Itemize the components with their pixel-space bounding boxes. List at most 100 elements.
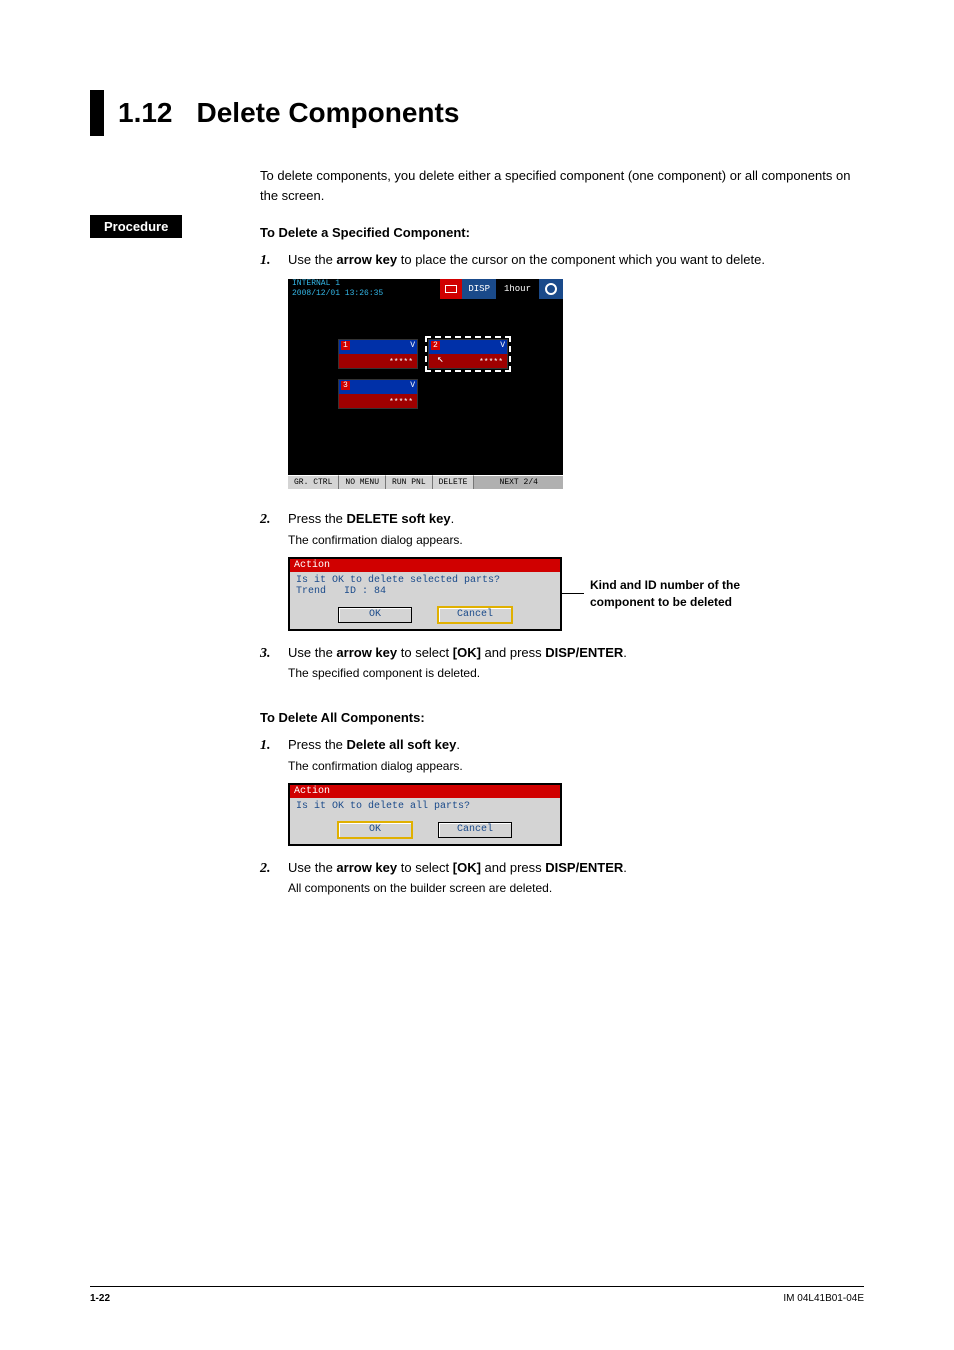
step-text: Use the arrow key to select [OK] and pre… [288,643,864,683]
text: to select [397,860,453,875]
softkey[interactable]: GR. CTRL [288,475,339,489]
text-bold: arrow key [336,860,397,875]
record-icon [539,279,563,299]
trend-value: ***** [389,358,413,367]
callout-line2: component to be deleted [590,595,732,609]
step: 1. Press the Delete all soft key. The co… [260,735,864,775]
trend-unit: V [410,381,415,390]
trend-num: 3 [341,381,350,390]
page-number: 1-22 [90,1293,110,1304]
doc-id: IM 04L41B01-04E [783,1293,864,1304]
heading-title: Delete Components [197,97,460,129]
procedure-label: Procedure [90,215,182,238]
dialog-title: Action [290,785,560,798]
cancel-button[interactable]: Cancel [438,607,512,623]
text: and press [481,645,545,660]
text-bold: DISP/ENTER [545,645,623,660]
intro-text: To delete components, you delete either … [260,166,864,205]
text: Use the [288,645,336,660]
step-text: Press the DELETE soft key. The confirmat… [288,509,864,549]
device-screenshot: INTERNAL 1 2008/12/01 13:26:35 DISP 1hou… [288,279,563,489]
text-bold: Delete all soft key [347,737,457,752]
dialog-buttons: OK Cancel [290,818,560,844]
callout-text: Kind and ID number of the component to b… [590,577,740,611]
text-bold: [OK] [453,645,481,660]
dialog-kind: Trend [296,586,326,597]
step-number: 2. [260,858,288,898]
alarm-icon [440,279,462,299]
trend-value: ***** [479,358,503,367]
step-text: Press the Delete all soft key. The confi… [288,735,864,775]
cancel-button[interactable]: Cancel [438,822,512,838]
text: and press [481,860,545,875]
text-bold: arrow key [336,645,397,660]
step-number: 1. [260,735,288,775]
step-subtext: The confirmation dialog appears. [288,531,864,549]
softkey[interactable]: NO MENU [339,475,386,489]
text-bold: DISP/ENTER [545,860,623,875]
text-bold: arrow key [336,252,397,267]
dialog-message: Is it OK to delete all parts? [290,798,560,818]
text: . [456,737,460,752]
dialog-buttons: OK Cancel [290,603,560,629]
cursor-arrow-icon: ↖ [437,352,444,366]
trend-box: 1 V ***** [338,339,418,369]
text-bold: DELETE soft key [347,511,451,526]
softkey-bar: GR. CTRL NO MENU RUN PNL DELETE NEXT 2/4 [288,475,563,489]
trend-box: 3 V ***** [338,379,418,409]
text: to place the cursor on the component whi… [397,252,765,267]
ok-button[interactable]: OK [338,822,412,838]
callout-line [562,593,584,594]
step: 2. Press the DELETE soft key. The confir… [260,509,864,549]
screenshot-title-area: INTERNAL 1 2008/12/01 13:26:35 [288,279,440,299]
subhead-delete-all: To Delete All Components: [260,710,864,725]
text: Use the [288,860,336,875]
step-number: 2. [260,509,288,549]
dialog-id: ID : 84 [344,586,386,597]
ok-button[interactable]: OK [338,607,412,623]
section-heading: 1.12 Delete Components [90,90,864,136]
step-number: 1. [260,250,288,271]
text: Press the [288,737,347,752]
time-label: 1hour [496,279,539,299]
softkey[interactable]: NEXT 2/4 [474,475,563,489]
dialog-title: Action [290,559,560,572]
subhead-delete-specified: To Delete a Specified Component: [260,225,864,240]
dialog-with-callout: Action Is it OK to delete selected parts… [288,557,864,631]
step: 3. Use the arrow key to select [OK] and … [260,643,864,683]
text: Use the [288,252,336,267]
trend-box-selected: 2 V ↖ ***** [428,339,508,369]
trend-unit: V [500,341,505,350]
callout-line1: Kind and ID number of the [590,578,740,592]
trend-num: 2 [431,341,440,350]
heading-bar [90,90,104,136]
trend-value: ***** [389,398,413,407]
screen-datetime: 2008/12/01 13:26:35 [292,289,436,299]
text: to select [397,645,453,660]
page-footer: 1-22 IM 04L41B01-04E [90,1286,864,1304]
step-subtext: All components on the builder screen are… [288,879,864,897]
step-subtext: The confirmation dialog appears. [288,757,864,775]
trend-num: 1 [341,341,350,350]
trend-boxes: 1 V ***** 2 V ↖ ***** 3 V ***** [338,339,528,409]
step-text: Use the arrow key to place the cursor on… [288,250,864,271]
step: 1. Use the arrow key to place the cursor… [260,250,864,271]
screenshot-topbar: INTERNAL 1 2008/12/01 13:26:35 DISP 1hou… [288,279,563,299]
text: . [451,511,455,526]
confirm-dialog-all: Action Is it OK to delete all parts? OK … [288,783,562,846]
screen-name: INTERNAL 1 [292,279,436,289]
body: To delete components, you delete either … [260,166,864,205]
disp-label: DISP [462,279,496,299]
softkey[interactable]: DELETE [433,475,475,489]
step-subtext: The specified component is deleted. [288,664,864,682]
dialog-message: Is it OK to delete selected parts? [290,572,560,586]
step-text: Use the arrow key to select [OK] and pre… [288,858,864,898]
procedure-body: To Delete a Specified Component: 1. Use … [260,225,864,897]
text-bold: [OK] [453,860,481,875]
dialog-target: Trend ID : 84 [290,586,560,599]
softkey[interactable]: RUN PNL [386,475,433,489]
page: 1.12 Delete Components To delete compone… [0,0,954,1350]
step: 2. Use the arrow key to select [OK] and … [260,858,864,898]
step-number: 3. [260,643,288,683]
confirm-dialog: Action Is it OK to delete selected parts… [288,557,562,631]
